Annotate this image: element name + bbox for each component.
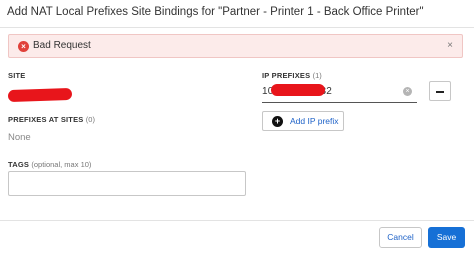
ip-prefix-input[interactable]: 10 32 × [262,82,417,103]
add-ip-prefix-label: Add IP prefix [290,116,339,126]
cancel-button[interactable]: Cancel [379,227,422,248]
prefixes-at-sites-title: PREFIXES AT SITES [8,115,84,124]
prefixes-at-sites-label: PREFIXES AT SITES (0) [8,115,95,124]
close-icon[interactable]: × [447,40,453,52]
ip-prefixes-count: (1) [312,71,322,80]
clear-icon[interactable]: × [403,87,412,96]
tags-hint: (optional, max 10) [31,160,92,169]
site-label: SITE [8,71,26,80]
tags-title: TAGS [8,160,30,169]
remove-ip-prefix-button[interactable] [429,81,451,101]
save-button[interactable]: Save [428,227,465,248]
dialog-title: Add NAT Local Prefixes Site Bindings for… [7,6,424,18]
ip-prefixes-title: IP PREFIXES [262,71,311,80]
tags-input[interactable] [8,171,246,196]
dialog-header: Add NAT Local Prefixes Site Bindings for… [0,0,474,28]
add-ip-prefix-button[interactable]: + Add IP prefix [262,111,344,131]
prefixes-at-sites-value: None [8,132,31,143]
site-value-redacted [7,87,73,103]
error-alert: × Bad Request × [8,34,463,58]
prefixes-at-sites-count: (0) [85,115,95,124]
error-circle-icon: × [18,41,29,52]
minus-icon [436,91,444,93]
tags-label: TAGS (optional, max 10) [8,160,91,169]
footer-divider [0,220,474,221]
alert-message: Bad Request [33,40,91,51]
plus-circle-icon: + [272,116,283,127]
ip-prefix-redacted [271,84,325,96]
ip-prefixes-label: IP PREFIXES (1) [262,71,322,80]
